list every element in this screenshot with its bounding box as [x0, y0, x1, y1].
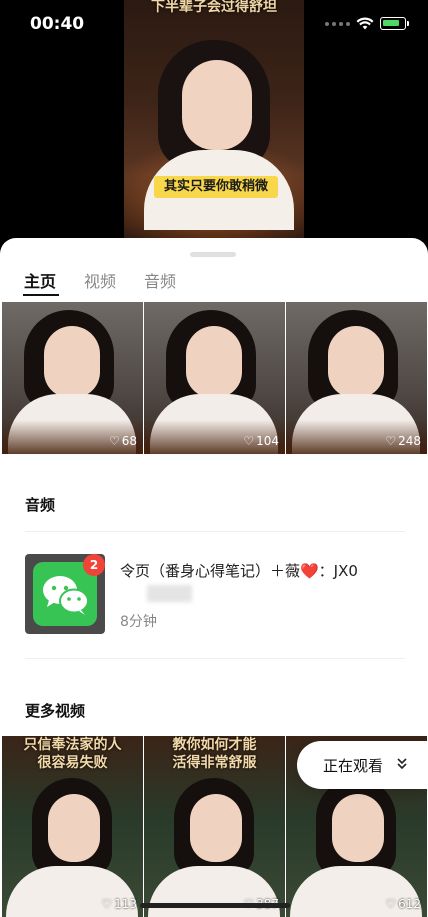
like-count: ♡ 104 [243, 434, 279, 448]
drag-handle[interactable] [190, 252, 236, 257]
audio-section-title: 音频 [25, 496, 56, 514]
audio-title: 令页（番身心得笔记）＋薇❤️：JX0 [120, 562, 358, 580]
now-watching-button[interactable]: 正在观看 [297, 741, 428, 789]
video-player[interactable]: 下半辈子会过得舒坦 其实只要你敢稍微 00:40 [0, 0, 428, 250]
video-caption-top: 下半辈子会过得舒坦 [151, 0, 277, 15]
more-video-thumbnail[interactable]: 只信奉法家的人 很容易失败 ♡ 113 [2, 736, 143, 917]
video-grid: ♡ 68 ♡ 104 ♡ 248 [0, 302, 428, 454]
video-frame[interactable]: 下半辈子会过得舒坦 其实只要你敢稍微 [124, 0, 304, 250]
heart-icon: ♡ [108, 434, 120, 448]
chevron-down-icon [397, 758, 407, 770]
audio-list-item[interactable]: 2 令页（番身心得笔记）＋薇❤️：JX0 8分钟 [25, 554, 405, 638]
notification-badge: 2 [83, 554, 105, 576]
wechat-icon [43, 576, 89, 615]
divider [25, 658, 405, 659]
video-thumbnail[interactable]: ♡ 104 [144, 302, 285, 454]
video-caption: 教你如何才能 活得非常舒服 [172, 737, 257, 771]
audio-cover: 2 [25, 554, 105, 634]
status-time: 00:40 [30, 14, 85, 34]
like-count: ♡ 113 [101, 897, 137, 911]
wifi-icon [356, 17, 374, 30]
heart-icon: ♡ [385, 434, 397, 448]
audio-duration: 8分钟 [120, 614, 157, 630]
battery-icon [380, 17, 409, 30]
video-thumbnail[interactable]: ♡ 68 [2, 302, 143, 454]
tab-home[interactable]: 主页 [24, 268, 56, 292]
more-video-thumbnail[interactable]: 教你如何才能 活得非常舒服 ♡387 [144, 736, 285, 917]
redacted-text [147, 585, 192, 602]
video-caption: 只信奉法家的人 很容易失败 [23, 737, 122, 771]
tab-underline [23, 294, 59, 296]
like-count: ♡ 248 [385, 434, 421, 448]
more-videos-title: 更多视频 [25, 702, 86, 720]
tab-videos[interactable]: 视频 [84, 268, 116, 292]
divider [25, 531, 405, 532]
heart-icon: ♡ [101, 897, 113, 911]
heart-icon: ♡ [243, 434, 255, 448]
home-indicator[interactable] [140, 903, 290, 908]
heart-icon: ♡ [385, 897, 397, 911]
tab-audio[interactable]: 音频 [144, 268, 176, 292]
video-thumbnail[interactable]: ♡ 248 [286, 302, 427, 454]
profile-sheet: 主页 视频 音频 ♡ 68 ♡ 104 ♡ 248 音频 2 令页（番身心得笔记… [0, 238, 428, 917]
signal-icon [325, 21, 350, 26]
now-watching-label: 正在观看 [323, 757, 384, 775]
like-count: ♡ 68 [108, 434, 137, 448]
tab-bar: 主页 视频 音频 [0, 268, 428, 302]
speaker-face [182, 60, 252, 150]
video-subtitle: 其实只要你敢稍微 [154, 176, 278, 198]
status-icons [325, 17, 409, 30]
like-count: ♡ 612 [385, 897, 421, 911]
